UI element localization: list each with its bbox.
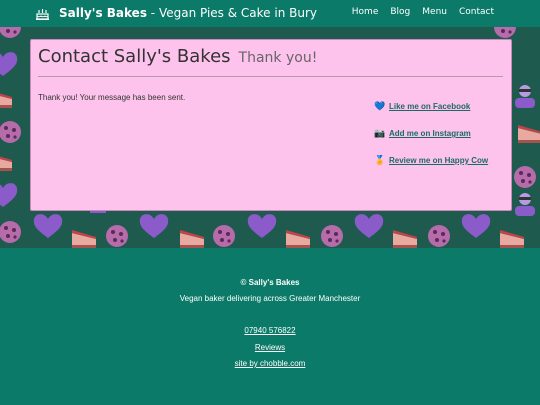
page-title: Contact Sally's Bakes Thank you! [38, 46, 317, 67]
footer-tagline: Vegan baker delivering across Greater Ma… [179, 294, 361, 303]
facebook-link[interactable]: 💙 Like me on Facebook [374, 93, 488, 120]
instagram-link-label[interactable]: Add me on Instagram [389, 129, 471, 138]
site-brand[interactable]: Sally's Bakes - Vegan Pies & Cake in Bur… [59, 6, 317, 20]
main-nav: Home Blog Menu Contact [352, 7, 494, 17]
happycow-link[interactable]: 🏅 Review me on Happy Cow [374, 147, 488, 174]
title-text: Contact Sally's Bakes [38, 46, 231, 67]
nav-contact[interactable]: Contact [459, 7, 494, 17]
page-subtitle: Thank you! [238, 50, 318, 66]
nav-home[interactable]: Home [352, 7, 379, 17]
instagram-link[interactable]: 📷 Add me on Instagram [374, 120, 488, 147]
social-links: 💙 Like me on Facebook 📷 Add me on Instag… [374, 93, 488, 174]
site-header: Sally's Bakes - Vegan Pies & Cake in Bur… [0, 0, 540, 27]
review-icon: 🏅 [374, 155, 386, 165]
nav-blog[interactable]: Blog [390, 7, 410, 17]
brand-tagline[interactable]: - Vegan Pies & Cake in Bury [151, 6, 317, 20]
site-footer: © Sally's Bakes Vegan baker delivering a… [0, 248, 540, 405]
confirmation-message: Thank you! Your message has been sent. [38, 93, 186, 102]
blue-heart-icon: 💙 [374, 101, 386, 111]
footer-phone-link[interactable]: 07940 576822 [0, 326, 540, 335]
happycow-link-label[interactable]: Review me on Happy Cow [389, 156, 488, 165]
title-divider [38, 76, 503, 77]
camera-icon: 📷 [374, 128, 386, 138]
brand-name[interactable]: Sally's Bakes [59, 6, 147, 20]
footer-copyright: © Sally's Bakes [240, 278, 300, 287]
facebook-link-label[interactable]: Like me on Facebook [389, 102, 470, 111]
footer-reviews-link[interactable]: Reviews [0, 343, 540, 352]
nav-menu[interactable]: Menu [422, 7, 447, 17]
cake-logo-icon[interactable] [35, 6, 50, 21]
footer-credit-link[interactable]: site by chobble.com [0, 359, 540, 368]
contact-card: Contact Sally's Bakes Thank you! Thank yo… [30, 39, 512, 211]
